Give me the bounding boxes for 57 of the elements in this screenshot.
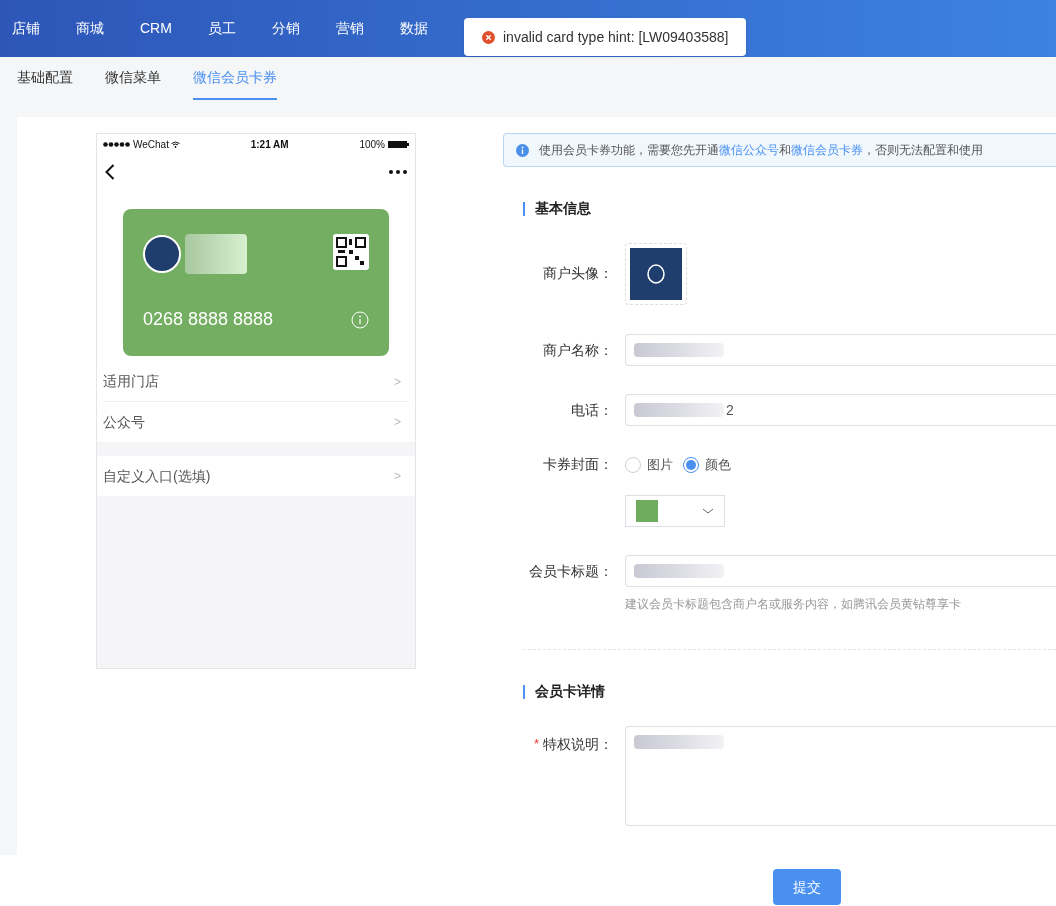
field-label: 商户名称： (543, 341, 613, 360)
input-value: 2 (726, 400, 734, 420)
section-title: 会员卡详情 (535, 682, 605, 701)
chevron: > (394, 373, 402, 391)
menu-label: 公众号 (103, 412, 145, 432)
signal-dots-icon (103, 141, 131, 147)
back-icon[interactable] (105, 164, 115, 180)
textarea-input[interactable] (625, 726, 1056, 826)
radio-label: 图片 (647, 455, 673, 474)
chevron: > (394, 414, 402, 431)
carrier-label: WeChat (133, 137, 169, 152)
battery-icon (388, 140, 409, 148)
color-picker[interactable] (625, 495, 725, 527)
nav-tab[interactable]: 营销 (335, 18, 364, 39)
link[interactable]: 微信公众号 (719, 143, 779, 157)
field-label: 商户头像： (543, 264, 613, 283)
more-icon[interactable] (389, 170, 407, 174)
field-hint: 建议会员卡标题包含商户名或服务内容，如腾讯会员黄钻尊享卡 (625, 596, 962, 613)
nav-tab[interactable]: 商城 (76, 18, 104, 39)
field-label: 特权说明： (543, 735, 613, 754)
text-input[interactable] (625, 334, 1056, 366)
emblem-icon (647, 264, 665, 284)
chevron: > (394, 468, 402, 485)
info-icon (351, 310, 369, 329)
nav-tab[interactable]: 分销 (271, 18, 300, 39)
qr-code-icon (333, 234, 369, 270)
nav-tab[interactable]: 员工 (207, 18, 236, 39)
section-title: 基本信息 (535, 199, 591, 218)
sub-tab[interactable]: 微信菜单 (105, 67, 161, 100)
field-label: 卡券封面： (543, 455, 613, 474)
radio-label: 颜色 (705, 455, 731, 474)
error-icon (482, 30, 495, 44)
required-mark: * (533, 735, 539, 753)
chevron-down-icon (702, 508, 714, 514)
text-input[interactable] (625, 555, 1056, 587)
card-number: 0268 8888 8888 (143, 308, 274, 331)
info-icon (516, 143, 529, 157)
sub-tab[interactable]: 基础配置 (17, 67, 73, 100)
menu-label: 自定义入口(选填) (103, 466, 211, 486)
text-input[interactable]: 2 (625, 394, 1056, 426)
toast-message: invalid card type hint: [LW09403588] (503, 27, 729, 47)
field-label: 电话： (571, 401, 613, 420)
nav-tab[interactable]: 数据 (399, 18, 428, 39)
submit-button[interactable]: 提交 (773, 869, 841, 905)
field-label: 会员卡标题： (529, 562, 613, 581)
nav-tab[interactable]: CRM (140, 18, 172, 39)
notice-text: 使用会员卡券功能，需要您先开通微信公众号和微信会员卡券，否则无法配置和使用 (539, 142, 983, 159)
battery-percent: 100% (359, 137, 385, 152)
menu-label: 适用门店 (103, 372, 159, 391)
merchant-logo (143, 235, 181, 273)
wifi-icon (170, 140, 180, 148)
redacted-name (185, 234, 247, 274)
nav-tab[interactable]: 店铺 (12, 18, 40, 39)
sub-tab[interactable]: 微信会员卡券 (193, 67, 277, 100)
link[interactable]: 微信会员卡券 (791, 143, 863, 157)
status-time: 1:21 AM (250, 137, 289, 152)
radio-button[interactable] (625, 456, 641, 473)
